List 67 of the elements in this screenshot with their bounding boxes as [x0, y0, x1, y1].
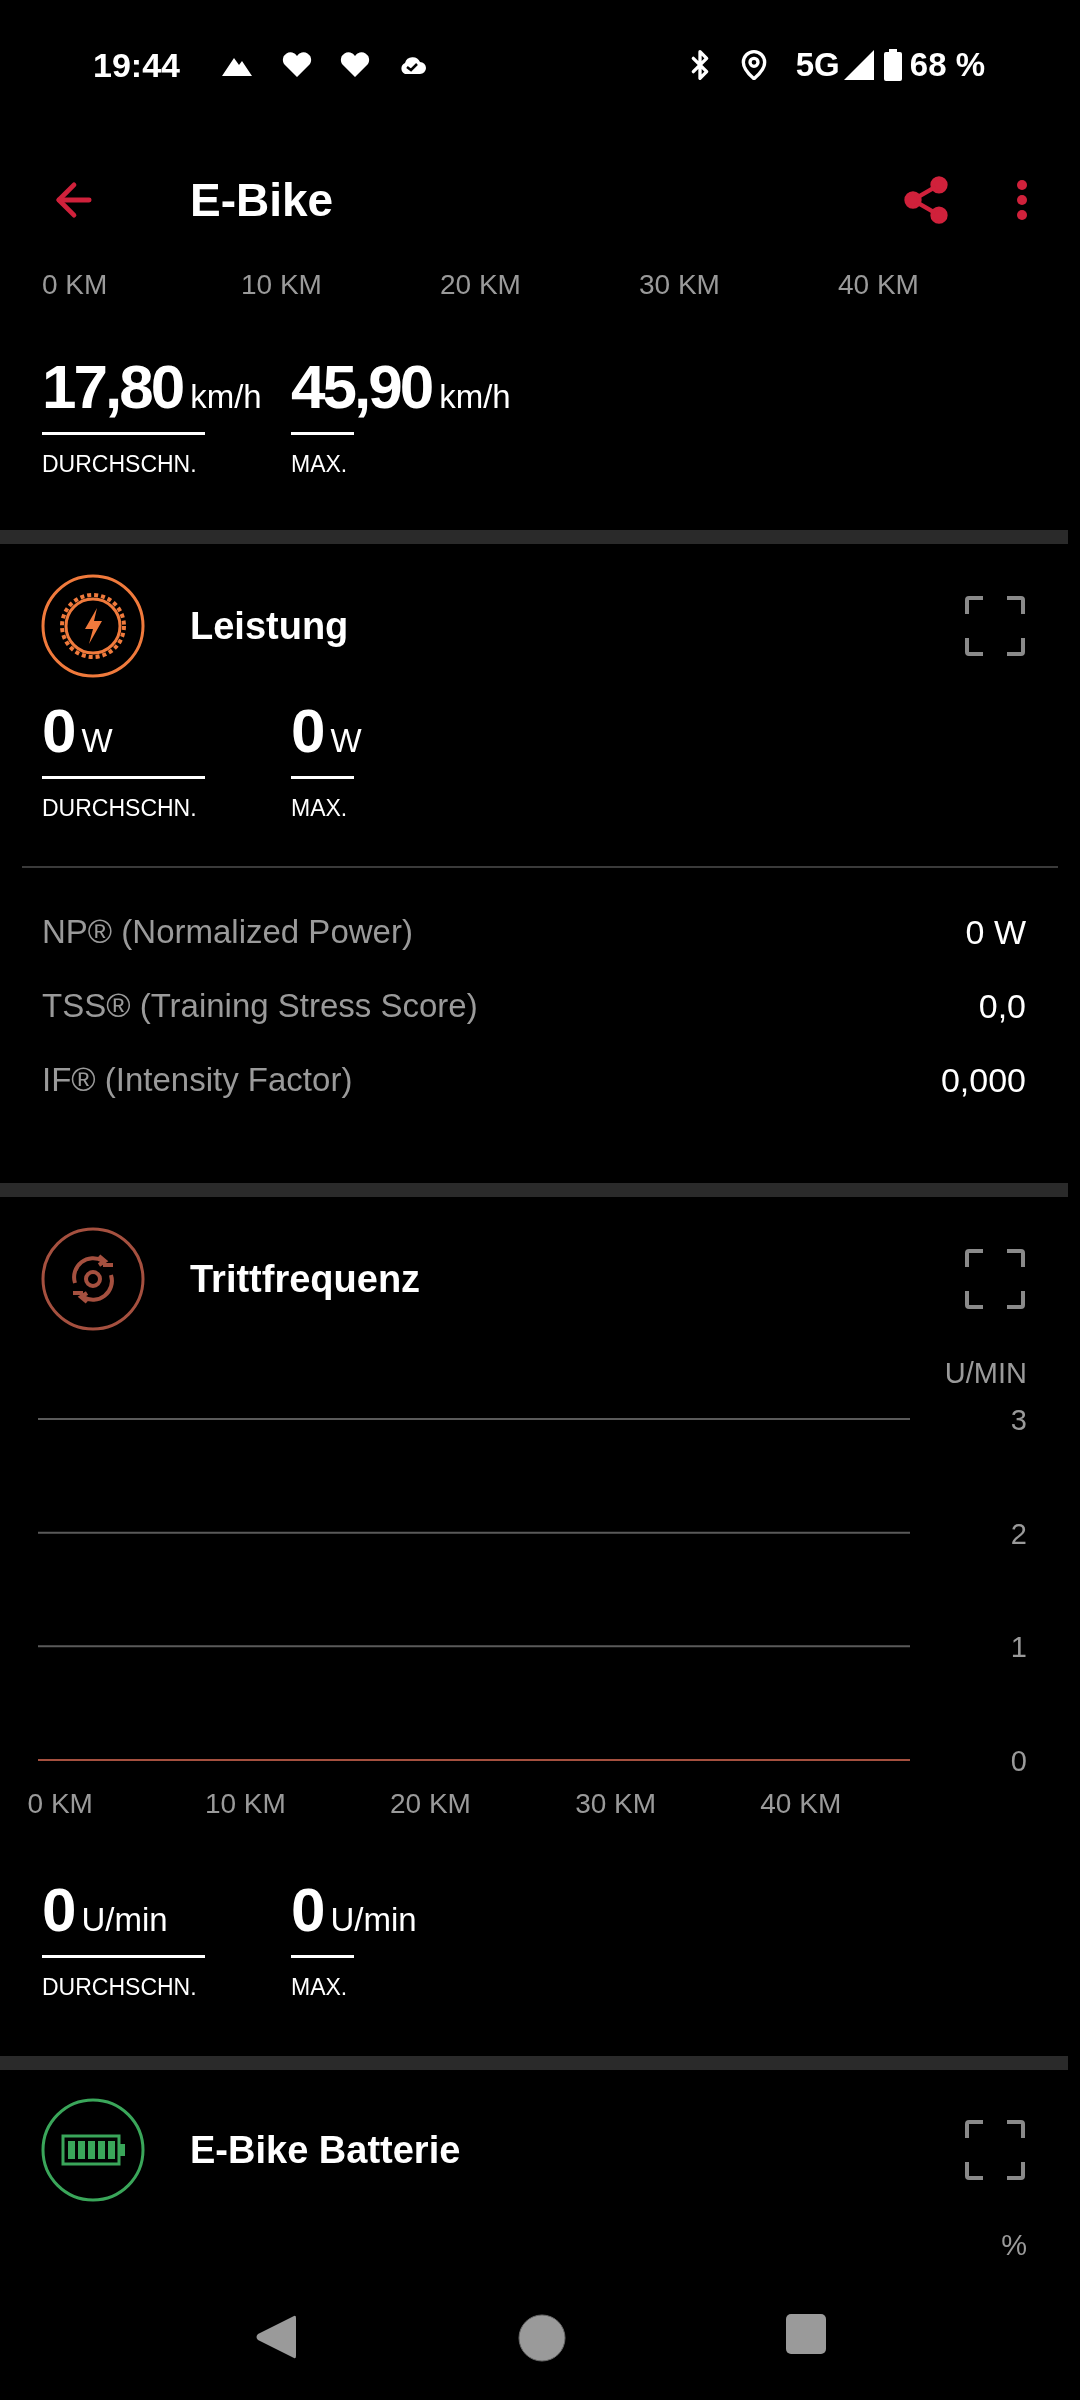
axis-title: %: [1001, 2228, 1027, 2263]
x-tick-label: 0 KM: [27, 1788, 93, 1817]
home-nav-icon[interactable]: [518, 2314, 566, 2362]
x-tick-label: 10 KM: [241, 270, 323, 300]
stat-label: DURCHSCHN.: [42, 453, 198, 476]
stat-label: MAX.: [291, 453, 349, 476]
x-tick-label: 30 KM: [639, 270, 721, 300]
metric-value: 0 W: [965, 912, 1026, 952]
stat-label: MAX.: [291, 797, 349, 820]
stat-label: DURCHSCHN.: [42, 797, 198, 820]
network-type: 5G: [795, 45, 840, 86]
stat-unit: W: [330, 724, 362, 757]
x-tick-label: 0 KM: [42, 270, 109, 300]
stat-underline: [291, 432, 354, 435]
expand-icon: [965, 596, 1025, 656]
expand-button[interactable]: [965, 596, 1025, 656]
x-tick-label: 20 KM: [390, 1788, 471, 1817]
metric-value: 0,0: [978, 986, 1026, 1026]
stat-underline: [291, 776, 354, 779]
battery-icon: [41, 2098, 145, 2202]
metric-value: 0,000: [940, 1060, 1026, 1100]
y-tick-label: 3: [1010, 1404, 1027, 1436]
expand-icon: [965, 1249, 1025, 1309]
battery-icon: [883, 49, 902, 81]
expand-button[interactable]: [965, 2120, 1025, 2180]
stat-value: 0: [291, 700, 323, 762]
axis-title: U/MIN: [944, 1357, 1027, 1389]
stat-value: 17,80: [42, 356, 183, 418]
y-tick-label: 2: [1010, 1517, 1027, 1550]
lightning-gear-icon: [41, 574, 145, 678]
metric-label: NP® (Normalized Power): [42, 912, 413, 952]
x-tick-label: 20 KM: [440, 270, 522, 300]
stat-label: DURCHSCHN.: [42, 1976, 198, 1999]
stat-value: 0: [42, 700, 74, 762]
heart-icon: [281, 52, 312, 78]
rotation-arrows-icon: [41, 1227, 145, 1331]
stat-unit: km/h: [439, 380, 511, 413]
stat-value: 0: [42, 1879, 74, 1941]
metric-label: IF® (Intensity Factor): [42, 1060, 353, 1100]
y-tick-label: 1: [1010, 1631, 1027, 1664]
stat-unit: U/min: [330, 1903, 417, 1936]
x-tick-label: 30 KM: [575, 1788, 657, 1817]
section-title: Leistung: [190, 603, 349, 649]
more-button[interactable]: [1016, 179, 1028, 221]
status-time: 19:44: [93, 44, 180, 86]
page-title: E-Bike: [190, 172, 334, 228]
back-nav-icon[interactable]: [254, 2314, 298, 2360]
stat-underline: [291, 1955, 354, 1958]
stat-label: MAX.: [291, 1976, 349, 1999]
y-tick-label: 0: [1010, 1745, 1027, 1777]
expand-button[interactable]: [965, 1249, 1025, 1309]
stat-unit: U/min: [81, 1903, 168, 1936]
expand-icon: [965, 2120, 1025, 2180]
section-title: E-Bike Batterie: [190, 2127, 461, 2173]
stat-value: 0: [291, 1879, 323, 1941]
x-tick-label: 40 KM: [838, 270, 920, 300]
x-tick-label: 10 KM: [204, 1788, 286, 1817]
x-tick-label: 40 KM: [760, 1788, 842, 1817]
more-icon: [1016, 179, 1028, 221]
stat-value: 45,90: [291, 356, 432, 418]
stat-unit: W: [81, 724, 113, 757]
signal-icon: [843, 50, 874, 80]
battery-percent: 68 %: [909, 45, 985, 86]
metric-label: TSS® (Training Stress Score): [42, 986, 478, 1026]
stat-unit: km/h: [190, 380, 262, 413]
section-title: Trittfrequenz: [190, 1256, 421, 1302]
heart-icon: [339, 52, 370, 78]
